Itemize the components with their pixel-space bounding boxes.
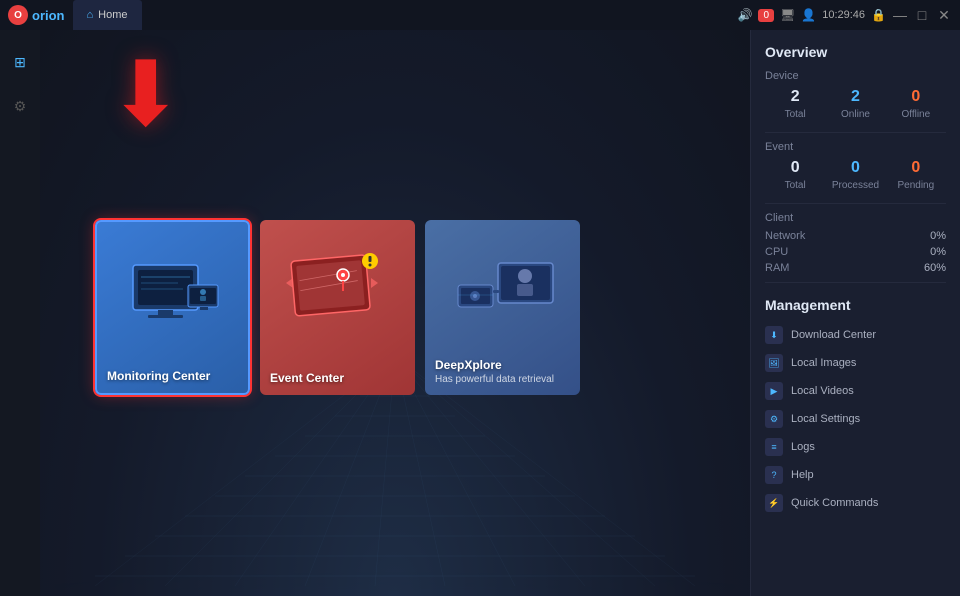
deepxplore-sublabel: Has powerful data retrieval — [435, 374, 570, 385]
client-label: Client — [765, 212, 946, 224]
right-panel: Overview Device 2 Total 2 Online 0 Offli… — [750, 30, 960, 596]
device-label: Device — [765, 70, 946, 82]
device-total-sub: Total — [785, 109, 806, 120]
maximize-button[interactable]: □ — [914, 7, 930, 23]
titlebar-controls: 🔊 0 🖥 👤 10:29:46 🔒 — □ ✕ — [738, 7, 952, 23]
notif-badge[interactable]: 0 — [758, 9, 774, 22]
cpu-label: CPU — [765, 246, 788, 258]
deepxplore-card[interactable]: DeepXplore Has powerful data retrieval — [425, 220, 580, 395]
speaker-icon[interactable]: 🔊 — [738, 8, 753, 22]
mgmt-local-videos[interactable]: ▶ Local Videos — [765, 377, 946, 405]
event-pending-sub: Pending — [897, 180, 934, 191]
deepxplore-illustration — [443, 228, 563, 338]
monitoring-svg — [113, 235, 233, 335]
local-videos-icon: ▶ — [765, 382, 783, 400]
logs-icon: ≡ — [765, 438, 783, 456]
content-area: ⬇ — [40, 30, 750, 596]
mgmt-quick-commands[interactable]: ⚡ Quick Commands — [765, 489, 946, 517]
device-offline-value: 0 — [886, 88, 946, 106]
quick-commands-label: Quick Commands — [791, 497, 878, 509]
cpu-value: 0% — [930, 246, 946, 258]
minimize-button[interactable]: — — [892, 7, 908, 23]
network-value: 0% — [930, 230, 946, 242]
monitor-icon[interactable]: 🖥 — [780, 8, 795, 22]
monitoring-illustration — [113, 230, 233, 340]
ram-row: RAM 60% — [765, 262, 946, 274]
local-settings-icon: ⚙ — [765, 410, 783, 428]
mgmt-logs[interactable]: ≡ Logs — [765, 433, 946, 461]
event-total-sub: Total — [785, 180, 806, 191]
close-button[interactable]: ✕ — [936, 7, 952, 23]
logo: O orion — [8, 5, 65, 25]
local-settings-label: Local Settings — [791, 413, 860, 425]
sidebar-item-grid[interactable]: ⊞ — [8, 50, 32, 74]
cpu-row: CPU 0% — [765, 246, 946, 258]
device-stats: 2 Total 2 Online 0 Offline — [765, 88, 946, 120]
logs-label: Logs — [791, 441, 815, 453]
local-images-label: Local Images — [791, 357, 856, 369]
event-pending-cell: 0 Pending — [886, 159, 946, 191]
event-center-label: Event Center — [270, 371, 405, 385]
device-offline-cell: 0 Offline — [886, 88, 946, 120]
event-processed-cell: 0 Processed — [825, 159, 885, 191]
local-videos-label: Local Videos — [791, 385, 854, 397]
ram-bar-container: 60% — [918, 262, 946, 274]
mgmt-local-images[interactable]: 🖼 Local Images — [765, 349, 946, 377]
event-label: Event — [765, 141, 946, 153]
device-total-value: 2 — [765, 88, 825, 106]
divider-1 — [765, 132, 946, 133]
device-online-cell: 2 Online — [825, 88, 885, 120]
mgmt-help[interactable]: ? Help — [765, 461, 946, 489]
event-center-card[interactable]: Event Center — [260, 220, 415, 395]
management-title: Management — [765, 297, 946, 313]
quick-commands-icon: ⚡ — [765, 494, 783, 512]
event-total-cell: 0 Total — [765, 159, 825, 191]
tab-label: Home — [98, 9, 127, 21]
event-processed-sub: Processed — [832, 180, 879, 191]
home-tab[interactable]: ⌂ Home — [73, 0, 142, 30]
left-sidebar: ⊞ ⚙ — [0, 30, 40, 596]
main-layout: ⊞ ⚙ — [0, 30, 960, 596]
lock-icon[interactable]: 🔒 — [871, 8, 886, 22]
monitoring-center-card[interactable]: Monitoring Center — [95, 220, 250, 395]
event-pending-value: 0 — [886, 159, 946, 177]
overview-title: Overview — [765, 44, 946, 60]
device-offline-sub: Offline — [901, 109, 930, 120]
user-icon[interactable]: 👤 — [801, 8, 816, 22]
sidebar-item-settings[interactable]: ⚙ — [8, 94, 32, 118]
clock: 10:29:46 — [822, 9, 865, 21]
event-svg — [278, 233, 398, 333]
cards-container: Monitoring Center — [95, 220, 580, 395]
divider-2 — [765, 203, 946, 204]
mgmt-local-settings[interactable]: ⚙ Local Settings — [765, 405, 946, 433]
event-illustration — [278, 228, 398, 338]
help-label: Help — [791, 469, 814, 481]
download-center-label: Download Center — [791, 329, 876, 341]
deepxplore-label: DeepXplore — [435, 358, 570, 372]
event-processed-value: 0 — [825, 159, 885, 177]
event-stats: 0 Total 0 Processed 0 Pending — [765, 159, 946, 191]
event-total-value: 0 — [765, 159, 825, 177]
device-total-cell: 2 Total — [765, 88, 825, 120]
divider-3 — [765, 282, 946, 283]
deepxplore-svg — [443, 233, 563, 333]
network-row: Network 0% — [765, 230, 946, 242]
logo-text: orion — [32, 8, 65, 23]
help-icon: ? — [765, 466, 783, 484]
ram-value: 60% — [924, 262, 946, 274]
local-images-icon: 🖼 — [765, 354, 783, 372]
network-label: Network — [765, 230, 805, 242]
logo-icon: O — [8, 5, 28, 25]
download-center-icon: ⬇ — [765, 326, 783, 344]
ram-label: RAM — [765, 262, 789, 274]
device-online-value: 2 — [825, 88, 885, 106]
home-icon: ⌂ — [87, 9, 94, 21]
mgmt-download-center[interactable]: ⬇ Download Center — [765, 321, 946, 349]
monitoring-center-label: Monitoring Center — [107, 369, 238, 383]
title-bar: O orion ⌂ Home 🔊 0 🖥 👤 10:29:46 🔒 — □ ✕ — [0, 0, 960, 30]
device-online-sub: Online — [841, 109, 870, 120]
